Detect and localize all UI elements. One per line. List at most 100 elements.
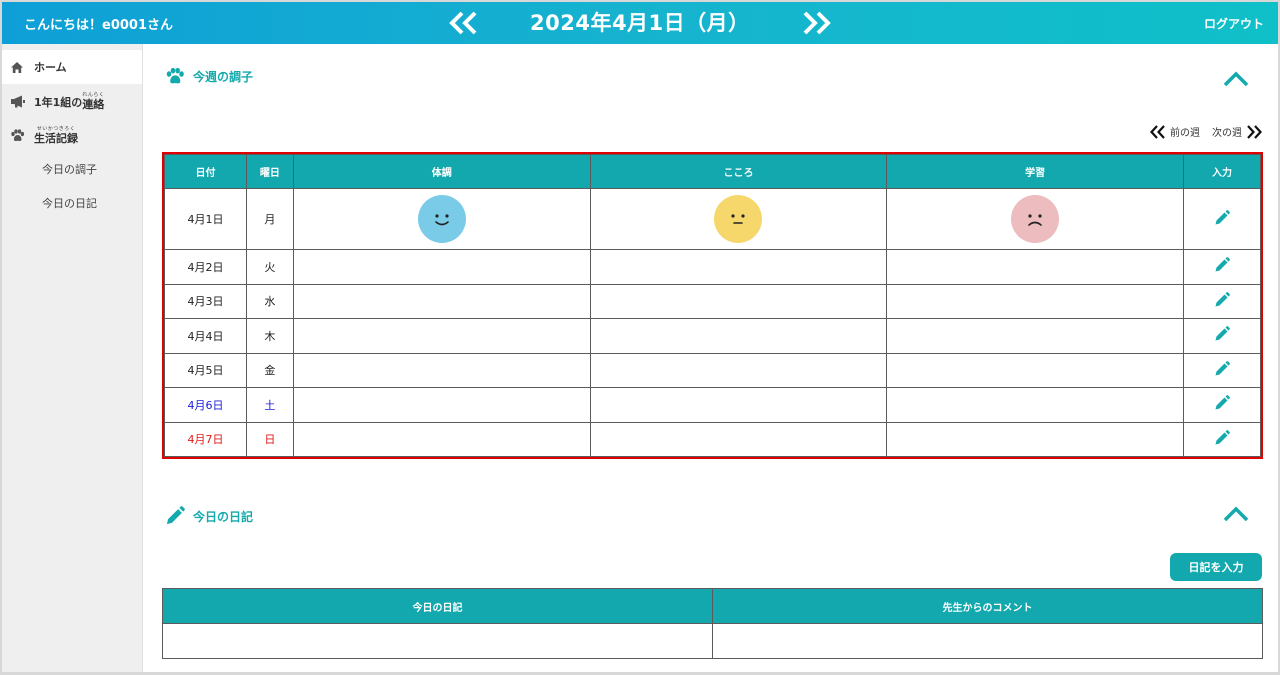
heart-cell [589, 318, 888, 354]
chevron-up-icon [1223, 71, 1249, 87]
table-row: 4月7日日 [164, 421, 1261, 457]
next-week-label: 次の週 [1212, 128, 1242, 139]
heart-cell [589, 249, 888, 285]
heart-cell [589, 188, 888, 250]
week-navigation: 前の週 次の週 [1150, 124, 1262, 139]
double-chevron-left-icon [449, 11, 477, 35]
sad-face-icon [1011, 195, 1060, 243]
weekly-table-highlight: 日付 曜日 体調 こころ 学習 入力 4月1日月 4月2日火 4月3日水 4月4日木 4… [162, 152, 1263, 459]
study-cell [886, 188, 1185, 250]
pencil-icon[interactable] [1214, 395, 1230, 411]
current-date-title: 2024年4月1日（月） [530, 11, 750, 35]
previous-week-label: 前の週 [1170, 128, 1200, 139]
diary-entry-cell [162, 623, 713, 659]
smile-face-icon [417, 195, 466, 243]
pencil-icon[interactable] [1214, 209, 1230, 226]
neutral-face-icon [714, 195, 763, 243]
health-cell [292, 188, 591, 250]
health-cell [292, 283, 591, 319]
date-cell: 4月3日 [164, 283, 247, 319]
sidebar-item-class-contact-word: 連絡 [82, 97, 105, 111]
study-cell [886, 318, 1185, 354]
diary-section-header: 今日の日記 [165, 506, 253, 526]
weekday-cell: 土 [245, 387, 294, 423]
health-cell [292, 352, 591, 388]
sidebar-subitem-today-diary[interactable]: 今日の日記 [2, 186, 142, 220]
paw-icon [10, 128, 26, 142]
column-header-health: 体調 [292, 154, 591, 189]
weekday-cell: 日 [245, 421, 294, 457]
next-week-link[interactable]: 次の週 [1212, 124, 1262, 139]
heart-cell [589, 283, 888, 319]
table-row: 4月6日土 [164, 387, 1261, 423]
date-cell: 4月6日 [164, 387, 247, 423]
column-header-study: 学習 [886, 154, 1185, 189]
previous-day-button[interactable] [448, 10, 480, 36]
sidebar-item-life-record-label: 生活記録 [34, 131, 78, 145]
double-chevron-right-icon [803, 11, 831, 35]
main-content: 今週の調子 前の週 次の週 日付 曜日 体調 こころ 学習 入力 4月1日 月 … [143, 44, 1278, 672]
table-header-row: 今日の日記 先生からのコメント [162, 588, 1263, 624]
diary-table: 今日の日記 先生からのコメント [162, 588, 1263, 659]
date-cell: 4月1日 [164, 188, 247, 250]
table-row: 4月5日金 [164, 352, 1261, 388]
weekly-section-header: 今週の調子 [165, 67, 253, 85]
table-row: 4月1日月 [164, 188, 1261, 250]
input-cell [1183, 387, 1261, 423]
study-cell [886, 421, 1185, 457]
health-cell [292, 387, 591, 423]
sidebar-subitem-today-condition[interactable]: 今日の調子 [2, 152, 142, 186]
date-cell: 4月2日 [164, 249, 247, 285]
study-cell [886, 283, 1185, 319]
pencil-icon [165, 506, 185, 526]
sidebar-item-class-contact[interactable]: 1年1組の れんらく 連絡 [2, 84, 142, 118]
input-cell [1183, 188, 1261, 250]
paw-icon [165, 67, 185, 85]
heart-cell [589, 352, 888, 388]
study-cell [886, 387, 1185, 423]
pencil-icon[interactable] [1214, 360, 1230, 377]
sidebar-item-home[interactable]: ホーム [2, 50, 142, 84]
sidebar: ホーム 1年1組の れんらく 連絡 せいかつきろく 生活記録 今日の調子 今日の… [2, 44, 143, 672]
diary-input-button[interactable]: 日記を入力 [1170, 553, 1262, 581]
weekday-cell: 月 [245, 188, 294, 250]
previous-week-link[interactable]: 前の週 [1150, 124, 1200, 139]
pencil-icon[interactable] [1214, 257, 1230, 273]
table-row: 4月4日木 [164, 318, 1261, 354]
pencil-icon[interactable] [1214, 326, 1230, 342]
home-icon [10, 60, 26, 74]
app-frame: こんにちは！e0001さん 2024年4月1日（月） ログアウト ホーム 1年1… [2, 2, 1278, 672]
input-cell [1183, 352, 1261, 388]
input-cell [1183, 283, 1261, 319]
logout-link[interactable]: ログアウト [1204, 15, 1264, 32]
next-day-button[interactable] [800, 10, 832, 36]
date-cell: 4月5日 [164, 352, 247, 388]
chevron-up-icon [1223, 506, 1249, 522]
study-cell [886, 249, 1185, 285]
double-chevron-left-icon [1150, 124, 1165, 139]
column-header-teacher-comment: 先生からのコメント [712, 588, 1263, 624]
input-cell [1183, 421, 1261, 457]
diary-section-title: 今日の日記 [193, 509, 254, 524]
life-record-ruby: せいかつきろく [36, 125, 76, 132]
megaphone-icon [10, 94, 26, 108]
column-header-input: 入力 [1183, 154, 1261, 189]
health-cell [292, 318, 591, 354]
column-header-today-diary: 今日の日記 [162, 588, 713, 624]
date-cell: 4月7日 [164, 421, 247, 457]
pencil-icon[interactable] [1214, 291, 1230, 308]
weekly-collapse-button[interactable] [1222, 70, 1250, 88]
column-header-heart: こころ [589, 154, 888, 189]
weekly-condition-table: 日付 曜日 体調 こころ 学習 入力 4月1日月 4月2日火 4月3日水 4月4日木 4… [164, 154, 1261, 457]
pencil-icon[interactable] [1214, 429, 1230, 446]
weekday-cell: 水 [245, 283, 294, 319]
table-row: 4月2日火 [164, 249, 1261, 285]
diary-collapse-button[interactable] [1222, 505, 1250, 523]
weekday-cell: 火 [245, 249, 294, 285]
weekday-cell: 金 [245, 352, 294, 388]
heart-cell [589, 387, 888, 423]
weekday-cell: 木 [245, 318, 294, 354]
sidebar-item-class-contact-prefix: 1年1組の [34, 95, 83, 109]
study-cell [886, 352, 1185, 388]
sidebar-item-life-record[interactable]: せいかつきろく 生活記録 [2, 118, 142, 152]
